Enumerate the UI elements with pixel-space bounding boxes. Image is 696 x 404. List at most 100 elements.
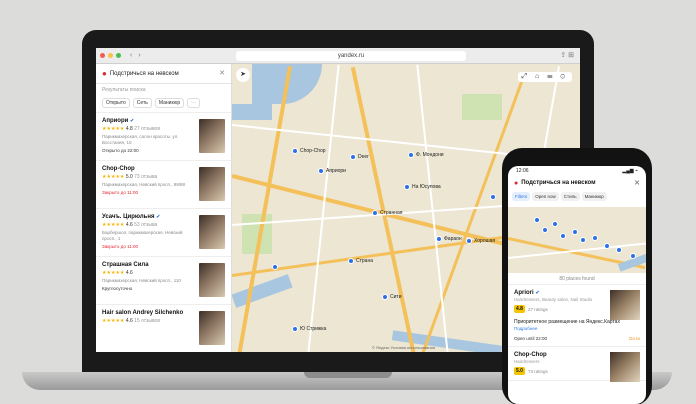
compass-icon[interactable]: ➤ xyxy=(236,68,250,82)
salon-photo xyxy=(199,263,225,297)
go-to-button[interactable]: Go to xyxy=(629,336,640,341)
salon-photo xyxy=(199,311,225,345)
card-title: Hair salon Andrey Silchenko xyxy=(102,310,184,316)
phone-search-bar[interactable]: ● Подстричься на невском ✕ xyxy=(508,176,646,190)
chip-more[interactable]: ··· xyxy=(187,98,201,108)
results-count: 80 places found xyxy=(508,273,646,285)
status-time: 12:06 xyxy=(516,168,529,174)
result-card[interactable]: Априори ✔ ★★★★★ 4.8 27 отзывов Парикмахе… xyxy=(96,113,231,161)
map-marker[interactable] xyxy=(466,238,472,244)
rating-badge: 5.0 xyxy=(514,367,525,375)
map-pin-icon: ● xyxy=(514,179,519,187)
chip-filters[interactable]: Filters xyxy=(512,192,531,201)
close-window-button[interactable] xyxy=(100,53,105,58)
map-marker[interactable] xyxy=(604,243,610,249)
phone-search-query: Подстричься на невском xyxy=(521,180,596,186)
map-toolbar[interactable]: ⤢ ⌂ ☰ ⊙ xyxy=(517,72,572,82)
map-marker[interactable] xyxy=(542,227,548,233)
back-icon[interactable]: ‹ xyxy=(130,52,132,59)
results-hint: Результаты поиска xyxy=(102,87,146,93)
map-marker[interactable] xyxy=(534,217,540,223)
map-marker[interactable] xyxy=(382,294,388,300)
map-label: Ю Стрижка xyxy=(300,326,327,332)
status-bar: 12:06 ▂▄▆ ⌁ xyxy=(508,166,646,176)
street xyxy=(306,64,340,352)
address-bar[interactable]: yandex.ru xyxy=(236,51,466,61)
salon-photo xyxy=(610,290,640,320)
map-marker[interactable] xyxy=(408,152,414,158)
map-marker[interactable] xyxy=(580,237,586,243)
share-icon[interactable]: ⇪ ⊞ xyxy=(560,51,574,59)
map-marker[interactable] xyxy=(572,229,578,235)
rating-count: 27 ratings xyxy=(527,306,548,312)
phone-filter-chips: Filters Open now Стиль Маникюр xyxy=(508,190,646,203)
result-card[interactable]: Усачъ. Цирюльня ✔ ★★★★★ 4.6 53 отзыва Ба… xyxy=(96,209,231,257)
signal-icon: ▂▄▆ ⌁ xyxy=(622,168,638,174)
chip-network[interactable]: Сеть xyxy=(132,98,152,108)
chip-open[interactable]: Открыто xyxy=(102,98,130,108)
result-card[interactable]: Chop-Chop ★★★★★ 5.0 73 отзыва Парикмахер… xyxy=(96,161,231,209)
chip-manicure[interactable]: Маникюр xyxy=(581,192,607,201)
card-description: Парикмахерская, салон красоты. ул. Восст… xyxy=(102,134,179,145)
chip-open-now[interactable]: Open now xyxy=(532,192,559,201)
search-input[interactable]: ● Подстричься на невском ✕ xyxy=(96,64,231,84)
river xyxy=(232,104,272,120)
phone-result-card[interactable]: Chop-Chop Hairdressers 5.0 73 ratings xyxy=(508,347,646,382)
map-marker[interactable] xyxy=(552,221,558,227)
map-marker[interactable] xyxy=(404,184,410,190)
search-query: Подстричься на невском xyxy=(109,70,179,77)
map-marker[interactable] xyxy=(490,194,496,200)
salon-photo xyxy=(199,215,225,249)
verified-icon: ✔ xyxy=(130,118,135,124)
map-marker[interactable] xyxy=(272,264,278,270)
map-marker[interactable] xyxy=(616,247,622,253)
card-description: Парикмахерская, Невский просп., 89/88 xyxy=(102,182,186,187)
open-hours: Open until 22:00 xyxy=(514,336,548,341)
search-results-panel: ● Подстричься на невском ✕ Результаты по… xyxy=(96,64,232,352)
card-description: Парикмахерская, Невский просп., 110 xyxy=(102,278,181,283)
map-marker[interactable] xyxy=(560,233,566,239)
map-marker[interactable] xyxy=(292,148,298,154)
phone-screen: 12:06 ▂▄▆ ⌁ ● Подстричься на невском ✕ F… xyxy=(508,166,646,404)
maximize-window-button[interactable] xyxy=(116,53,121,58)
salon-photo xyxy=(610,352,640,382)
map-marker[interactable] xyxy=(372,210,378,216)
map-label: Chop-Chop xyxy=(300,148,326,154)
river xyxy=(232,274,293,308)
map-marker[interactable] xyxy=(318,168,324,174)
rating-count: 73 ratings xyxy=(527,368,548,374)
map-marker[interactable] xyxy=(436,236,442,242)
map-label: Априори xyxy=(326,168,346,174)
phone-map[interactable] xyxy=(508,207,646,273)
verified-icon: ✔ xyxy=(535,290,540,296)
card-description: Барбершоп, парикмахерская. Невский просп… xyxy=(102,230,183,241)
forward-icon[interactable]: › xyxy=(138,52,140,59)
minimize-window-button[interactable] xyxy=(108,53,113,58)
map-marker[interactable] xyxy=(630,253,636,259)
park xyxy=(462,94,502,120)
laptop-notch xyxy=(304,372,392,378)
promo-link[interactable]: Подробнее xyxy=(514,326,640,331)
result-card[interactable]: Hair salon Andrey Silchenko ★★★★★ 4.6 15… xyxy=(96,305,231,352)
map-marker[interactable] xyxy=(592,235,598,241)
card-title: Страшная Сила xyxy=(102,262,149,268)
browser-toolbar: ‹ › yandex.ru ⇪ ⊞ xyxy=(96,48,580,64)
map-marker[interactable] xyxy=(292,326,298,332)
result-card[interactable]: Страшная Сила ★★★★★ 4.6 Парикмахерская, … xyxy=(96,257,231,305)
map-label: Ф. Мондони xyxy=(416,152,444,158)
map-marker[interactable] xyxy=(350,154,356,160)
map-label: Хорошая xyxy=(474,238,496,244)
close-icon[interactable]: ✕ xyxy=(634,179,640,187)
card-title: Априори xyxy=(102,118,129,124)
chip-manicure[interactable]: Маникюр xyxy=(154,98,185,108)
map-marker[interactable] xyxy=(348,258,354,264)
map-label: Deer xyxy=(358,154,369,160)
map-label: Сити xyxy=(390,294,402,300)
close-icon[interactable]: ✕ xyxy=(219,69,225,77)
card-title: Chop-Chop xyxy=(514,352,547,358)
rating-badge: 4.8 xyxy=(514,305,525,313)
salon-photo xyxy=(199,119,225,153)
phone-result-card[interactable]: Apriori ✔ Hairdressers, Beauty salon, Na… xyxy=(508,285,646,347)
map-pin-icon: ● xyxy=(102,69,107,78)
chip-style[interactable]: Стиль xyxy=(560,192,580,201)
